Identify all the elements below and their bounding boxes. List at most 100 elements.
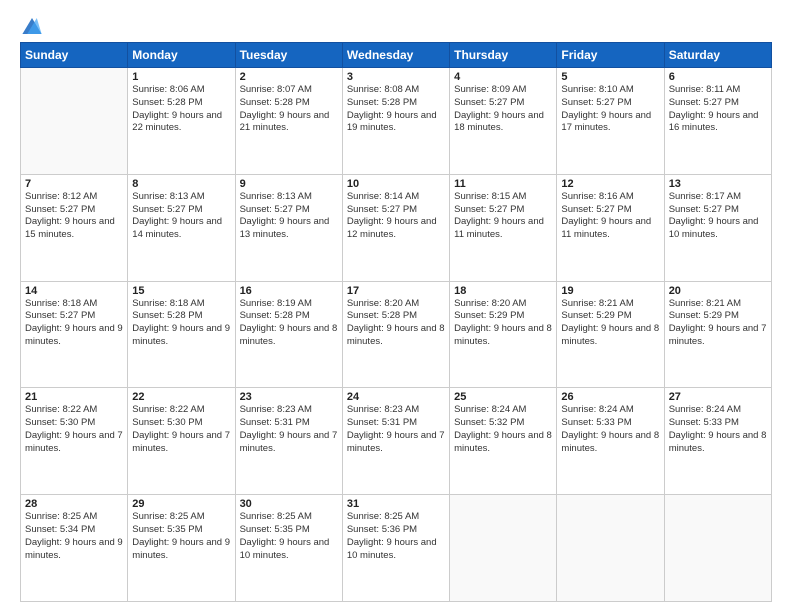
daylight-text: Daylight: 9 hours and 7 minutes. [132, 430, 230, 456]
sunrise-text: Sunrise: 8:23 AM [347, 404, 445, 417]
calendar-week-4: 28Sunrise: 8:25 AMSunset: 5:34 PMDayligh… [21, 495, 772, 602]
day-number: 28 [25, 498, 123, 510]
sunset-text: Sunset: 5:30 PM [132, 417, 230, 430]
calendar-week-0: 1Sunrise: 8:06 AMSunset: 5:28 PMDaylight… [21, 68, 772, 175]
sunset-text: Sunset: 5:28 PM [240, 310, 338, 323]
calendar-cell: 8Sunrise: 8:13 AMSunset: 5:27 PMDaylight… [128, 174, 235, 281]
daylight-text: Daylight: 9 hours and 16 minutes. [669, 110, 767, 136]
day-number: 6 [669, 71, 767, 83]
sunrise-text: Sunrise: 8:25 AM [25, 511, 123, 524]
sunrise-text: Sunrise: 8:15 AM [454, 191, 552, 204]
sunset-text: Sunset: 5:28 PM [347, 97, 445, 110]
sunrise-text: Sunrise: 8:24 AM [561, 404, 659, 417]
sunset-text: Sunset: 5:29 PM [669, 310, 767, 323]
daylight-text: Daylight: 9 hours and 17 minutes. [561, 110, 659, 136]
day-number: 31 [347, 498, 445, 510]
sunset-text: Sunset: 5:27 PM [132, 204, 230, 217]
sunset-text: Sunset: 5:28 PM [240, 97, 338, 110]
calendar-cell: 24Sunrise: 8:23 AMSunset: 5:31 PMDayligh… [342, 388, 449, 495]
sunrise-text: Sunrise: 8:20 AM [454, 298, 552, 311]
day-number: 11 [454, 178, 552, 190]
daylight-text: Daylight: 9 hours and 11 minutes. [561, 216, 659, 242]
calendar-cell: 20Sunrise: 8:21 AMSunset: 5:29 PMDayligh… [664, 281, 771, 388]
calendar-cell: 18Sunrise: 8:20 AMSunset: 5:29 PMDayligh… [450, 281, 557, 388]
sunset-text: Sunset: 5:33 PM [561, 417, 659, 430]
sunrise-text: Sunrise: 8:13 AM [240, 191, 338, 204]
daylight-text: Daylight: 9 hours and 7 minutes. [669, 323, 767, 349]
day-number: 13 [669, 178, 767, 190]
sunset-text: Sunset: 5:27 PM [454, 97, 552, 110]
calendar-cell [557, 495, 664, 602]
calendar-cell: 6Sunrise: 8:11 AMSunset: 5:27 PMDaylight… [664, 68, 771, 175]
sunrise-text: Sunrise: 8:18 AM [132, 298, 230, 311]
calendar-cell: 12Sunrise: 8:16 AMSunset: 5:27 PMDayligh… [557, 174, 664, 281]
calendar-cell: 9Sunrise: 8:13 AMSunset: 5:27 PMDaylight… [235, 174, 342, 281]
daylight-text: Daylight: 9 hours and 10 minutes. [669, 216, 767, 242]
sunset-text: Sunset: 5:31 PM [240, 417, 338, 430]
daylight-text: Daylight: 9 hours and 12 minutes. [347, 216, 445, 242]
sunrise-text: Sunrise: 8:09 AM [454, 84, 552, 97]
daylight-text: Daylight: 9 hours and 15 minutes. [25, 216, 123, 242]
sunrise-text: Sunrise: 8:25 AM [240, 511, 338, 524]
sunrise-text: Sunrise: 8:19 AM [240, 298, 338, 311]
logo-icon [22, 18, 42, 34]
day-number: 17 [347, 285, 445, 297]
day-number: 10 [347, 178, 445, 190]
day-number: 12 [561, 178, 659, 190]
day-header-monday: Monday [128, 43, 235, 68]
sunrise-text: Sunrise: 8:08 AM [347, 84, 445, 97]
sunrise-text: Sunrise: 8:25 AM [347, 511, 445, 524]
sunset-text: Sunset: 5:27 PM [669, 97, 767, 110]
sunrise-text: Sunrise: 8:21 AM [669, 298, 767, 311]
daylight-text: Daylight: 9 hours and 9 minutes. [132, 537, 230, 563]
day-header-wednesday: Wednesday [342, 43, 449, 68]
sunset-text: Sunset: 5:28 PM [132, 97, 230, 110]
sunset-text: Sunset: 5:30 PM [25, 417, 123, 430]
sunrise-text: Sunrise: 8:11 AM [669, 84, 767, 97]
calendar-cell: 1Sunrise: 8:06 AMSunset: 5:28 PMDaylight… [128, 68, 235, 175]
sunset-text: Sunset: 5:27 PM [240, 204, 338, 217]
calendar-cell: 7Sunrise: 8:12 AMSunset: 5:27 PMDaylight… [21, 174, 128, 281]
sunrise-text: Sunrise: 8:24 AM [669, 404, 767, 417]
calendar-week-3: 21Sunrise: 8:22 AMSunset: 5:30 PMDayligh… [21, 388, 772, 495]
calendar-cell: 5Sunrise: 8:10 AMSunset: 5:27 PMDaylight… [557, 68, 664, 175]
daylight-text: Daylight: 9 hours and 10 minutes. [240, 537, 338, 563]
day-header-friday: Friday [557, 43, 664, 68]
day-number: 23 [240, 391, 338, 403]
page: SundayMondayTuesdayWednesdayThursdayFrid… [0, 0, 792, 612]
day-number: 18 [454, 285, 552, 297]
calendar-cell: 28Sunrise: 8:25 AMSunset: 5:34 PMDayligh… [21, 495, 128, 602]
day-number: 26 [561, 391, 659, 403]
calendar-cell: 22Sunrise: 8:22 AMSunset: 5:30 PMDayligh… [128, 388, 235, 495]
calendar-cell: 31Sunrise: 8:25 AMSunset: 5:36 PMDayligh… [342, 495, 449, 602]
sunset-text: Sunset: 5:32 PM [454, 417, 552, 430]
day-number: 30 [240, 498, 338, 510]
day-number: 5 [561, 71, 659, 83]
calendar-cell: 2Sunrise: 8:07 AMSunset: 5:28 PMDaylight… [235, 68, 342, 175]
calendar-cell: 15Sunrise: 8:18 AMSunset: 5:28 PMDayligh… [128, 281, 235, 388]
sunset-text: Sunset: 5:27 PM [25, 204, 123, 217]
sunset-text: Sunset: 5:29 PM [454, 310, 552, 323]
sunrise-text: Sunrise: 8:25 AM [132, 511, 230, 524]
calendar-cell: 10Sunrise: 8:14 AMSunset: 5:27 PMDayligh… [342, 174, 449, 281]
day-number: 14 [25, 285, 123, 297]
sunset-text: Sunset: 5:28 PM [132, 310, 230, 323]
sunrise-text: Sunrise: 8:12 AM [25, 191, 123, 204]
day-number: 27 [669, 391, 767, 403]
calendar-cell: 26Sunrise: 8:24 AMSunset: 5:33 PMDayligh… [557, 388, 664, 495]
sunset-text: Sunset: 5:27 PM [347, 204, 445, 217]
calendar-cell: 14Sunrise: 8:18 AMSunset: 5:27 PMDayligh… [21, 281, 128, 388]
calendar-cell: 19Sunrise: 8:21 AMSunset: 5:29 PMDayligh… [557, 281, 664, 388]
sunset-text: Sunset: 5:27 PM [561, 204, 659, 217]
calendar-header-row: SundayMondayTuesdayWednesdayThursdayFrid… [21, 43, 772, 68]
sunset-text: Sunset: 5:36 PM [347, 524, 445, 537]
day-number: 15 [132, 285, 230, 297]
sunrise-text: Sunrise: 8:21 AM [561, 298, 659, 311]
calendar-cell: 23Sunrise: 8:23 AMSunset: 5:31 PMDayligh… [235, 388, 342, 495]
sunrise-text: Sunrise: 8:23 AM [240, 404, 338, 417]
sunset-text: Sunset: 5:34 PM [25, 524, 123, 537]
daylight-text: Daylight: 9 hours and 9 minutes. [25, 323, 123, 349]
daylight-text: Daylight: 9 hours and 8 minutes. [561, 323, 659, 349]
daylight-text: Daylight: 9 hours and 21 minutes. [240, 110, 338, 136]
day-number: 29 [132, 498, 230, 510]
